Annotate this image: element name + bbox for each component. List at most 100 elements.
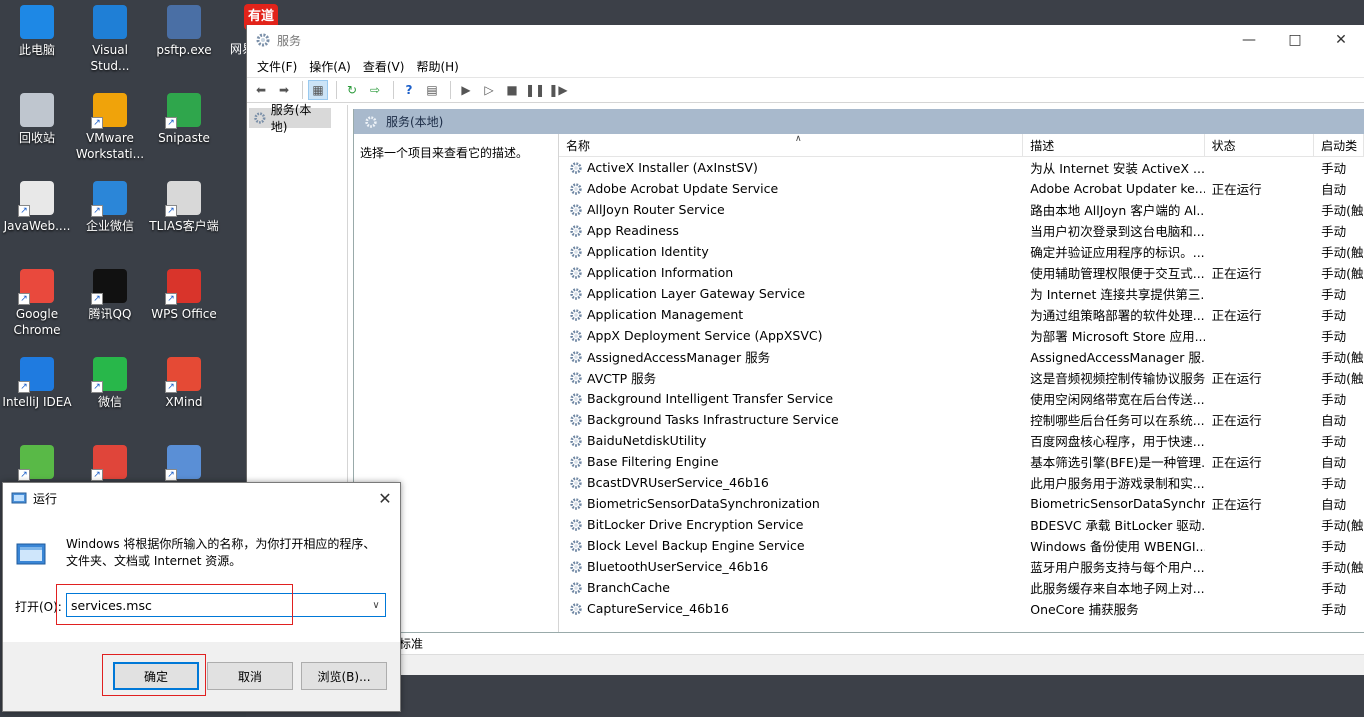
restart-service-icon[interactable]: ❚▶ — [548, 80, 568, 100]
desktop-icon[interactable]: ↗ VMware Workstati... — [73, 93, 147, 162]
table-row[interactable]: Application Information 使用辅助管理权限便于交互式... 正… — [559, 262, 1364, 283]
table-row[interactable]: Adobe Acrobat Update Service Adobe Acroba… — [559, 178, 1364, 199]
desktop-icon[interactable]: ↗ Google Chrome — [0, 269, 74, 338]
open-input[interactable]: services.msc — [67, 598, 367, 613]
desktop-icon[interactable]: 回收站 — [0, 93, 74, 146]
menu-file[interactable]: 文件(F) — [253, 58, 305, 75]
desktop-icon[interactable]: 此电脑 — [0, 5, 74, 58]
desktop-icon[interactable]: ↗ IntelliJ IDEA — [0, 357, 74, 410]
services-titlebar[interactable]: 服务 — □ ✕ — [247, 25, 1364, 55]
properties-icon[interactable]: ▤ — [422, 80, 442, 100]
back-icon[interactable]: ⬅ — [251, 80, 271, 100]
desktop-icon[interactable]: ↗ 腾讯QQ — [73, 269, 147, 322]
browse-button[interactable]: 浏览(B)... — [301, 662, 387, 690]
pause-service-icon[interactable]: ❚❚ — [525, 80, 545, 100]
shortcut-arrow-icon: ↗ — [165, 469, 177, 481]
service-startup-type: 手动 — [1321, 476, 1347, 491]
service-description: 此服务缓存来自本地子网上对... — [1030, 581, 1205, 596]
menu-view[interactable]: 查看(V) — [359, 58, 413, 75]
column-header-status[interactable]: 状态 — [1205, 134, 1315, 156]
chevron-down-icon[interactable]: ∨ — [367, 600, 385, 611]
desktop-icon[interactable]: ↗ XMind — [147, 357, 221, 410]
forward-icon[interactable]: ➡ — [274, 80, 294, 100]
minimize-button[interactable]: — — [1226, 25, 1272, 55]
service-gear-icon — [570, 392, 582, 405]
run-close-icon[interactable]: ✕ — [370, 489, 400, 508]
service-description: 基本筛选引擎(BFE)是一种管理... — [1030, 455, 1205, 470]
run-icon — [11, 492, 27, 504]
menu-help[interactable]: 帮助(H) — [412, 58, 466, 75]
desktop-icon[interactable]: psftp.exe — [147, 5, 221, 58]
table-row[interactable]: Application Management 为通过组策略部署的软件处理... 正在… — [559, 304, 1364, 325]
service-description: 控制哪些后台任务可以在系统... — [1030, 413, 1205, 428]
table-row[interactable]: CaptureService_46b16 OneCore 捕获服务 手动 — [559, 598, 1364, 619]
xmind-icon: ↗ — [165, 357, 201, 393]
shortcut-arrow-icon: ↗ — [91, 205, 103, 217]
services-list: 名称 描述 状态 启动类 ∧ ActiveX Installer (AxInst… — [558, 134, 1364, 657]
table-row[interactable]: AVCTP 服务 这是音频视频控制传输协议服务 正在运行 手动(触 — [559, 367, 1364, 388]
shortcut-arrow-icon: ↗ — [18, 469, 30, 481]
desktop-icon[interactable]: Visual Stud... — [73, 5, 147, 74]
service-name-cell: BaiduNetdiskUtility — [559, 433, 1023, 448]
table-row[interactable]: BcastDVRUserService_46b16 此用户服务用于游戏录制和实..… — [559, 472, 1364, 493]
table-row[interactable]: Application Identity 确定并验证应用程序的标识。... 手动(触 — [559, 241, 1364, 262]
service-name: AssignedAccessManager 服务 — [587, 350, 771, 365]
desktop-icon[interactable]: ↗ Snipaste — [147, 93, 221, 146]
desktop-icon-label: JavaWeb.... — [3, 219, 71, 233]
table-row[interactable]: Application Layer Gateway Service 为 Inter… — [559, 283, 1364, 304]
desktop-icon[interactable]: ↗ WPS Office — [147, 269, 221, 322]
shortcut-arrow-icon: ↗ — [165, 293, 177, 305]
service-status: 正在运行 — [1211, 266, 1262, 281]
cancel-button[interactable]: 取消 — [207, 662, 293, 690]
shortcut-arrow-icon: ↗ — [91, 117, 103, 129]
service-startup-type: 手动 — [1321, 392, 1347, 407]
desktop-icon[interactable]: ↗ JavaWeb.... — [0, 181, 74, 234]
table-row[interactable]: AllJoyn Router Service 路由本地 AllJoyn 客户端的 … — [559, 199, 1364, 220]
toolbar: ⬅ ➡ ▦ ↻ ⇨ ? ▤ ▶ ▷ ■ ❚❚ ❚▶ — [247, 77, 1364, 103]
desktop-icon[interactable]: ↗ — [73, 445, 147, 482]
export-list-icon[interactable]: ⇨ — [365, 80, 385, 100]
stop-service-icon[interactable]: ■ — [502, 80, 522, 100]
table-row[interactable]: BitLocker Drive Encryption Service BDESVC… — [559, 514, 1364, 535]
service-status: 正在运行 — [1211, 497, 1262, 512]
show-tree-icon[interactable]: ▦ — [308, 80, 328, 100]
table-row[interactable]: BaiduNetdiskUtility 百度网盘核心程序，用于快速... 手动 — [559, 430, 1364, 451]
service-startup-type: 自动 — [1321, 497, 1347, 512]
desktop-icon[interactable]: ↗ 企业微信 — [73, 181, 147, 234]
chrome-icon: ↗ — [18, 269, 54, 305]
table-row[interactable]: AppX Deployment Service (AppXSVC) 为部署 Mic… — [559, 325, 1364, 346]
table-row[interactable]: Base Filtering Engine 基本筛选引擎(BFE)是一种管理...… — [559, 451, 1364, 472]
service-name: Background Intelligent Transfer Service — [587, 391, 834, 406]
desktop-icon-label: IntelliJ IDEA — [2, 395, 72, 409]
menu-action[interactable]: 操作(A) — [305, 58, 359, 75]
table-row[interactable]: BiometricSensorDataSynchronization Biomet… — [559, 493, 1364, 514]
table-row[interactable]: AssignedAccessManager 服务 AssignedAccessMa… — [559, 346, 1364, 367]
table-row[interactable]: ActiveX Installer (AxInstSV) 为从 Internet … — [559, 157, 1364, 178]
table-row[interactable]: BranchCache 此服务缓存来自本地子网上对... 手动 — [559, 577, 1364, 598]
desktop-icon[interactable]: ↗ TLIAS客户端 — [147, 181, 221, 234]
table-row[interactable]: App Readiness 当用户初次登录到这台电脑和... 手动 — [559, 220, 1364, 241]
maximize-button[interactable]: □ — [1272, 25, 1318, 55]
tree-node-services-local[interactable]: 服务(本地) — [249, 103, 331, 134]
table-row[interactable]: Background Tasks Infrastructure Service 控… — [559, 409, 1364, 430]
column-header-name[interactable]: 名称 — [559, 134, 1024, 156]
service-gear-icon — [570, 518, 582, 531]
table-row[interactable]: BluetoothUserService_46b16 蓝牙用户服务支持与每个用户.… — [559, 556, 1364, 577]
column-header-description[interactable]: 描述 — [1023, 134, 1205, 156]
open-combobox[interactable]: services.msc ∨ — [66, 593, 386, 617]
run-titlebar[interactable]: 运行 ✕ — [3, 483, 400, 513]
start-service-icon[interactable]: ▶ — [456, 80, 476, 100]
desktop-icon[interactable]: ↗ 微信 — [73, 357, 147, 410]
close-button[interactable]: ✕ — [1318, 25, 1364, 55]
help-icon[interactable]: ? — [399, 80, 419, 100]
desktop-icon[interactable]: ↗ — [147, 445, 221, 482]
tab-standard[interactable]: 标准 — [399, 635, 423, 652]
column-header-startup-type[interactable]: 启动类 — [1314, 134, 1364, 156]
refresh-icon[interactable]: ↻ — [342, 80, 362, 100]
table-row[interactable]: Block Level Backup Engine Service Windows… — [559, 535, 1364, 556]
service-gear-icon — [570, 539, 582, 552]
table-row[interactable]: Background Intelligent Transfer Service 使… — [559, 388, 1364, 409]
start-service-alt-icon[interactable]: ▷ — [479, 80, 499, 100]
ok-button[interactable]: 确定 — [113, 662, 199, 690]
desktop-icon[interactable]: ↗ — [0, 445, 74, 482]
